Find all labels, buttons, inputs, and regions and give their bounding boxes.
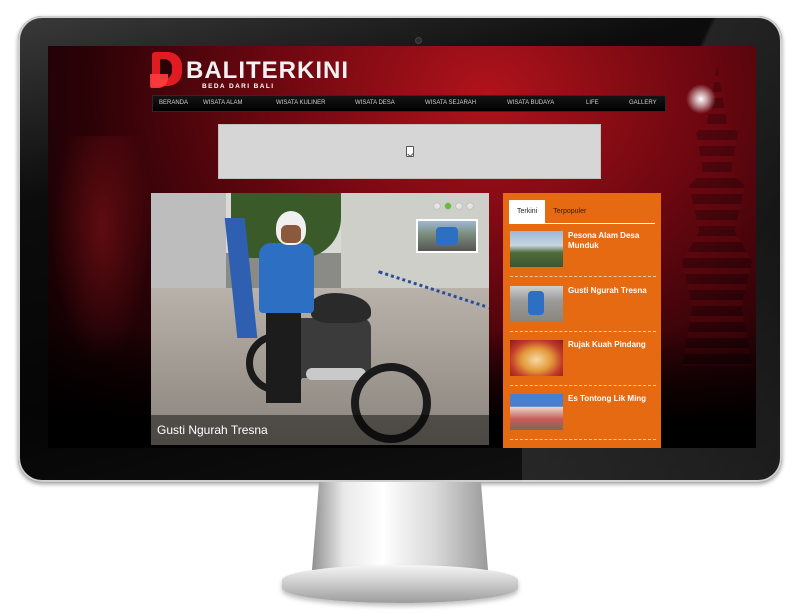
monitor-stand-base bbox=[282, 565, 518, 603]
slide-wall bbox=[151, 193, 226, 293]
list-divider bbox=[510, 276, 656, 277]
list-item-thumbnail[interactable] bbox=[510, 286, 563, 322]
slide-rider-face bbox=[281, 225, 301, 243]
list-item-title[interactable]: Rujak Kuah Pindang bbox=[568, 340, 656, 350]
slider-dot[interactable] bbox=[467, 203, 473, 209]
slide-caption[interactable]: Gusti Ngurah Tresna bbox=[157, 423, 268, 437]
tab-terkini[interactable]: Terkini bbox=[509, 200, 546, 224]
logo-text: BALITERKINI bbox=[186, 57, 349, 84]
nav-item-wisata-desa[interactable]: WISATA DESA bbox=[355, 100, 395, 106]
sidebar-panel: Terkini Terpopuler Pesona Alam Desa Mund… bbox=[503, 193, 661, 448]
featured-slider[interactable]: Gusti Ngurah Tresna bbox=[151, 193, 489, 445]
list-item[interactable]: Pesona Alam Desa Munduk bbox=[510, 231, 656, 277]
slide-caption-bar: Gusti Ngurah Tresna bbox=[151, 415, 489, 445]
slide-rider-legs bbox=[266, 308, 301, 403]
slider-dot[interactable] bbox=[456, 203, 462, 209]
tabs-divider bbox=[509, 223, 655, 224]
list-item-title[interactable]: Pesona Alam Desa Munduk bbox=[568, 231, 656, 251]
broken-image-icon bbox=[406, 146, 414, 157]
list-item[interactable]: Gusti Ngurah Tresna bbox=[510, 286, 656, 332]
nav-item-wisata-kuliner[interactable]: WISATA KULINER bbox=[276, 100, 325, 106]
nav-item-wisata-alam[interactable]: WISATA ALAM bbox=[203, 100, 242, 106]
slider-dot[interactable] bbox=[434, 203, 440, 209]
main-navigation: BERANDA WISATA ALAM WISATA KULINER WISAT… bbox=[152, 95, 666, 112]
website-screen: BALITERKINI BEDA DARI BALI BERANDA WISAT… bbox=[48, 46, 756, 448]
list-item-title[interactable]: Gusti Ngurah Tresna bbox=[568, 286, 656, 296]
slider-thumbnail-preview[interactable] bbox=[416, 219, 478, 253]
list-item-thumbnail[interactable] bbox=[510, 231, 563, 267]
ad-banner[interactable] bbox=[218, 124, 601, 179]
slide-exhaust bbox=[306, 368, 366, 380]
slide-rider-jacket bbox=[259, 243, 314, 313]
sidebar-tabs: Terkini Terpopuler bbox=[509, 200, 594, 224]
nav-item-beranda[interactable]: BERANDA bbox=[159, 100, 188, 106]
nav-item-life[interactable]: LIFE bbox=[586, 100, 599, 106]
logo-mark-icon bbox=[150, 52, 182, 88]
slider-dot-active[interactable] bbox=[445, 203, 451, 209]
logo-tagline: BEDA DARI BALI bbox=[202, 83, 275, 90]
list-item[interactable]: Rujak Kuah Pindang bbox=[510, 340, 656, 386]
background-light-flare bbox=[686, 84, 716, 114]
list-divider bbox=[510, 439, 656, 440]
camera-icon bbox=[416, 38, 421, 43]
nav-item-wisata-budaya[interactable]: WISATA BUDAYA bbox=[507, 100, 554, 106]
nav-item-wisata-sejarah[interactable]: WISATA SEJARAH bbox=[425, 100, 476, 106]
tab-terpopuler[interactable]: Terpopuler bbox=[545, 200, 594, 224]
slider-pagination bbox=[434, 203, 473, 209]
list-item-thumbnail[interactable] bbox=[510, 394, 563, 430]
list-item-thumbnail[interactable] bbox=[510, 340, 563, 376]
list-item-title[interactable]: Es Tontong Lik Ming bbox=[568, 394, 656, 404]
nav-item-gallery[interactable]: GALLERY bbox=[629, 100, 657, 106]
list-divider bbox=[510, 331, 656, 332]
list-divider bbox=[510, 385, 656, 386]
list-item[interactable]: Es Tontong Lik Ming bbox=[510, 394, 656, 440]
monitor-stand-neck bbox=[312, 482, 488, 570]
